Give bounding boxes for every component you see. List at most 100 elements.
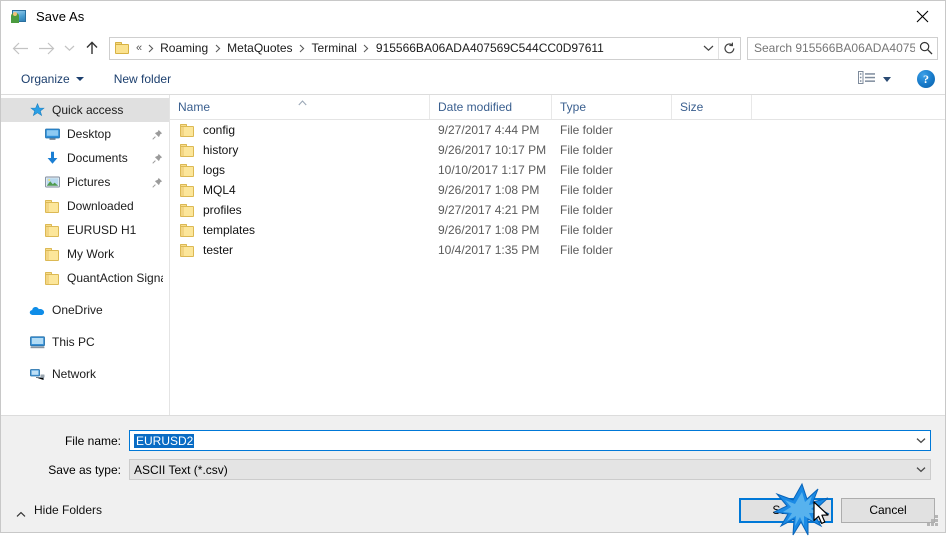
chevron-up-icon [16,507,26,517]
monitor-icon [44,126,60,142]
save-form: File name: EURUSD2 Save as type: ASCII T… [1,415,945,488]
file-type-cell: File folder [560,243,613,257]
column-header-size[interactable]: Size [672,95,752,119]
sidebar-item-network[interactable]: Network [1,362,169,386]
file-date-cell: 10/10/2017 1:17 PM [438,163,547,177]
pin-icon[interactable] [151,177,163,188]
folder-icon [180,163,195,177]
breadcrumb: « Roaming MetaQuotes Terminal 915566BA06… [134,39,699,57]
file-name: tester [203,243,234,257]
breadcrumb-overflow[interactable]: « [134,40,144,56]
new-folder-button[interactable]: New folder [108,67,177,91]
chevron-down-icon[interactable] [912,466,930,473]
star-icon [29,102,45,118]
dialog-footer: Hide Folders Save Cancel [1,488,945,532]
column-header-type[interactable]: Type [552,95,672,119]
download-icon [44,150,60,166]
file-name: templates [203,223,256,237]
folder-icon [180,123,195,137]
breadcrumb-metaquotes[interactable]: MetaQuotes [224,39,295,57]
sidebar-item-eurusd-h1[interactable]: EURUSD H1 [1,218,169,242]
file-date-cell: 10/4/2017 1:35 PM [438,243,540,257]
up-button[interactable] [79,35,105,61]
file-name-input[interactable]: EURUSD2 [129,430,931,451]
column-header-label: Type [560,100,587,114]
sidebar-item-my-work[interactable]: My Work [1,242,169,266]
file-type-cell: File folder [560,223,613,237]
cloud-icon [29,302,45,318]
table-row[interactable]: profiles 9/27/2017 4:21 PM File folder [170,200,945,220]
picture-icon [44,174,60,190]
search-input[interactable]: Search 915566BA06ADA40756... [747,36,938,60]
breadcrumb-terminal-id[interactable]: 915566BA06ADA407569C544CC0D97611 [373,39,607,57]
search-placeholder: Search 915566BA06ADA40756... [754,41,915,55]
file-date-cell: 9/26/2017 1:08 PM [438,183,540,197]
breadcrumb-terminal[interactable]: Terminal [309,39,360,57]
column-header-label: Date modified [438,100,513,114]
breadcrumb-roaming[interactable]: Roaming [157,39,211,57]
cancel-button[interactable]: Cancel [841,497,935,523]
chevron-down-icon[interactable] [699,38,718,59]
sidebar-item-desktop[interactable]: Desktop [1,122,169,146]
sidebar-item-quick-access[interactable]: Quick access [1,98,169,122]
folder-icon [180,203,195,217]
computer-icon [29,334,45,350]
file-name: logs [203,163,226,177]
table-row[interactable]: templates 9/26/2017 1:08 PM File folder [170,220,945,240]
window-title: Save As [36,9,85,24]
file-name-cell: templates [170,223,430,237]
back-button[interactable] [7,35,33,61]
sort-ascending-icon [298,95,307,106]
save-as-type-select[interactable]: ASCII Text (*.csv) [129,459,931,480]
column-header-name[interactable]: Name [170,95,430,119]
table-row[interactable]: tester 10/4/2017 1:35 PM File folder [170,240,945,260]
file-name-cell: tester [170,243,430,257]
address-bar[interactable]: « Roaming MetaQuotes Terminal 915566BA06… [109,36,741,60]
chevron-down-icon[interactable] [912,437,930,444]
sidebar-item-label: Quick access [52,103,124,117]
save-as-type-row: Save as type: ASCII Text (*.csv) [15,459,931,480]
resize-grip[interactable] [926,515,939,528]
folder-icon [180,243,195,257]
sidebar-item-pictures[interactable]: Pictures [1,170,169,194]
save-as-type-label: Save as type: [48,462,121,477]
file-name-cell: config [170,123,430,137]
pin-icon[interactable] [151,153,163,164]
breadcrumb-separator-icon [144,44,157,53]
title-bar: Save As [1,1,945,32]
new-folder-label: New folder [113,72,172,86]
save-button[interactable]: Save [739,497,833,523]
table-row[interactable]: history 9/26/2017 10:17 PM File folder [170,140,945,160]
view-options-button[interactable] [854,67,895,91]
sidebar-item-onedrive[interactable]: OneDrive [1,298,169,322]
sidebar-item-label: Pictures [67,175,111,189]
file-name-cell: MQL4 [170,183,430,197]
sidebar-item-downloaded[interactable]: Downloaded [1,194,169,218]
dialog-body: Quick access Desktop Documents Pictures … [1,95,945,415]
table-row[interactable]: config 9/27/2017 4:44 PM File folder [170,120,945,140]
save-as-icon [10,9,27,25]
file-name: MQL4 [203,183,236,197]
recent-locations-button[interactable] [59,35,79,61]
organize-button[interactable]: Organize [15,67,90,91]
folder-icon [180,143,195,157]
sidebar-item-this-pc[interactable]: This PC [1,330,169,354]
sidebar-item-quantaction-signal[interactable]: QuantAction Signal [1,266,169,290]
chevron-down-icon [75,77,84,81]
forward-button[interactable] [33,35,59,61]
refresh-icon[interactable] [718,37,740,59]
file-name-cell: logs [170,163,430,177]
table-row[interactable]: logs 10/10/2017 1:17 PM File folder [170,160,945,180]
file-date-cell: 9/27/2017 4:44 PM [438,123,540,137]
pin-icon[interactable] [151,129,163,140]
hide-folders-button[interactable]: Hide Folders [11,503,102,517]
table-row[interactable]: MQL4 9/26/2017 1:08 PM File folder [170,180,945,200]
sidebar-item-documents[interactable]: Documents [1,146,169,170]
search-icon[interactable] [915,41,937,55]
help-button[interactable]: ? [917,70,935,88]
file-type-cell: File folder [560,163,613,177]
file-type-cell: File folder [560,203,613,217]
close-button[interactable] [899,1,945,31]
column-header-date-modified[interactable]: Date modified [430,95,552,119]
